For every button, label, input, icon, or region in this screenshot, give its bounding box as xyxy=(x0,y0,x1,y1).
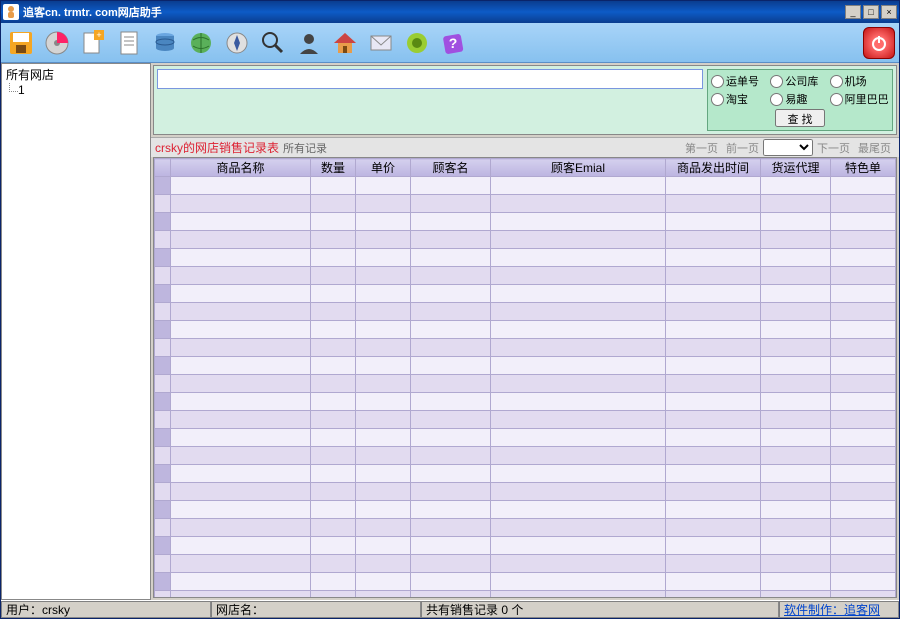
compass-icon[interactable] xyxy=(221,27,253,59)
table-row[interactable] xyxy=(155,393,896,411)
table-row[interactable] xyxy=(155,249,896,267)
column-header[interactable]: 货运代理 xyxy=(761,159,831,177)
minimize-button[interactable]: _ xyxy=(845,5,861,19)
help-icon[interactable]: ? xyxy=(437,27,469,59)
database-icon[interactable] xyxy=(149,27,181,59)
table-row[interactable] xyxy=(155,195,896,213)
close-button[interactable]: × xyxy=(881,5,897,19)
table-row[interactable] xyxy=(155,321,896,339)
nav-prev[interactable]: 前一页 xyxy=(726,140,759,156)
store-tree[interactable]: 所有网店 1 xyxy=(1,63,151,600)
table-row[interactable] xyxy=(155,483,896,501)
mail-icon[interactable] xyxy=(365,27,397,59)
search-icon[interactable] xyxy=(257,27,289,59)
table-row[interactable] xyxy=(155,465,896,483)
table-row[interactable] xyxy=(155,375,896,393)
column-header[interactable]: 特色单 xyxy=(831,159,896,177)
status-bar: 用户：crsky 网店名： 共有销售记录 0 个 软件制作：追客网 xyxy=(1,600,899,618)
search-input[interactable] xyxy=(157,69,703,89)
search-panel: 运单号 公司库 机场 淘宝 易趣 阿里巴巴 查 找 xyxy=(153,65,897,135)
table-row[interactable] xyxy=(155,357,896,375)
status-user: 用户：crsky xyxy=(1,601,211,618)
filter-ebay[interactable]: 易趣 xyxy=(770,91,829,107)
table-row[interactable] xyxy=(155,411,896,429)
table-row[interactable] xyxy=(155,303,896,321)
svg-text:+: + xyxy=(96,30,101,40)
table-row[interactable] xyxy=(155,537,896,555)
column-header[interactable]: 商品发出时间 xyxy=(666,159,761,177)
column-header[interactable]: 数量 xyxy=(311,159,356,177)
nav-next[interactable]: 下一页 xyxy=(817,140,850,156)
status-count: 共有销售记录 0 个 xyxy=(421,601,779,618)
tree-root[interactable]: 所有网店 xyxy=(4,66,148,83)
column-header[interactable]: 顾客Emial xyxy=(491,159,666,177)
filter-airport[interactable]: 机场 xyxy=(830,73,889,89)
nav-last[interactable]: 最尾页 xyxy=(858,140,891,156)
filter-taobao[interactable]: 淘宝 xyxy=(711,91,770,107)
nav-first[interactable]: 第一页 xyxy=(685,140,718,156)
table-row[interactable] xyxy=(155,447,896,465)
app-icon xyxy=(3,4,19,20)
status-software: 软件制作：追客网 xyxy=(779,601,899,618)
title-bar: 追客cn. trmtr. com网店助手 _ □ × xyxy=(1,1,899,23)
table-row[interactable] xyxy=(155,339,896,357)
svg-text:?: ? xyxy=(449,35,458,51)
window-title: 追客cn. trmtr. com网店助手 xyxy=(23,4,843,20)
table-row[interactable] xyxy=(155,213,896,231)
column-header[interactable]: 单价 xyxy=(356,159,411,177)
all-records-label: 所有记录 xyxy=(283,140,327,156)
table-row[interactable] xyxy=(155,429,896,447)
table-header-bar: crsky的网店销售记录表 所有记录 第一页 前一页 下一页 最尾页 xyxy=(151,137,899,157)
filter-box: 运单号 公司库 机场 淘宝 易趣 阿里巴巴 查 找 xyxy=(707,69,893,131)
table-row[interactable] xyxy=(155,177,896,195)
page-select[interactable] xyxy=(763,139,813,156)
tree-item[interactable]: 1 xyxy=(4,83,148,97)
filter-company[interactable]: 公司库 xyxy=(770,73,829,89)
globe-icon[interactable] xyxy=(185,27,217,59)
save-icon[interactable] xyxy=(5,27,37,59)
table-row[interactable] xyxy=(155,267,896,285)
toolbar: + ? xyxy=(1,23,899,63)
table-row[interactable] xyxy=(155,555,896,573)
table-row[interactable] xyxy=(155,591,896,598)
power-button[interactable] xyxy=(863,27,895,59)
table-row[interactable] xyxy=(155,285,896,303)
filter-alibaba[interactable]: 阿里巴巴 xyxy=(830,91,889,107)
maximize-button[interactable]: □ xyxy=(863,5,879,19)
new-doc-icon[interactable]: + xyxy=(77,27,109,59)
filter-waybill[interactable]: 运单号 xyxy=(711,73,770,89)
badge-icon[interactable] xyxy=(401,27,433,59)
column-header[interactable]: 商品名称 xyxy=(171,159,311,177)
table-row[interactable] xyxy=(155,573,896,591)
table-row[interactable] xyxy=(155,231,896,249)
status-store: 网店名： xyxy=(211,601,421,618)
find-button[interactable]: 查 找 xyxy=(775,109,824,127)
user-icon[interactable] xyxy=(293,27,325,59)
table-name: crsky的网店销售记录表 xyxy=(155,139,279,156)
table-row[interactable] xyxy=(155,519,896,537)
disc-icon[interactable] xyxy=(41,27,73,59)
table-row[interactable] xyxy=(155,501,896,519)
home-icon[interactable] xyxy=(329,27,361,59)
column-header[interactable]: 顾客名 xyxy=(411,159,491,177)
data-grid[interactable]: 商品名称数量单价顾客名顾客Emial商品发出时间货运代理特色单 xyxy=(153,157,897,598)
document-icon[interactable] xyxy=(113,27,145,59)
